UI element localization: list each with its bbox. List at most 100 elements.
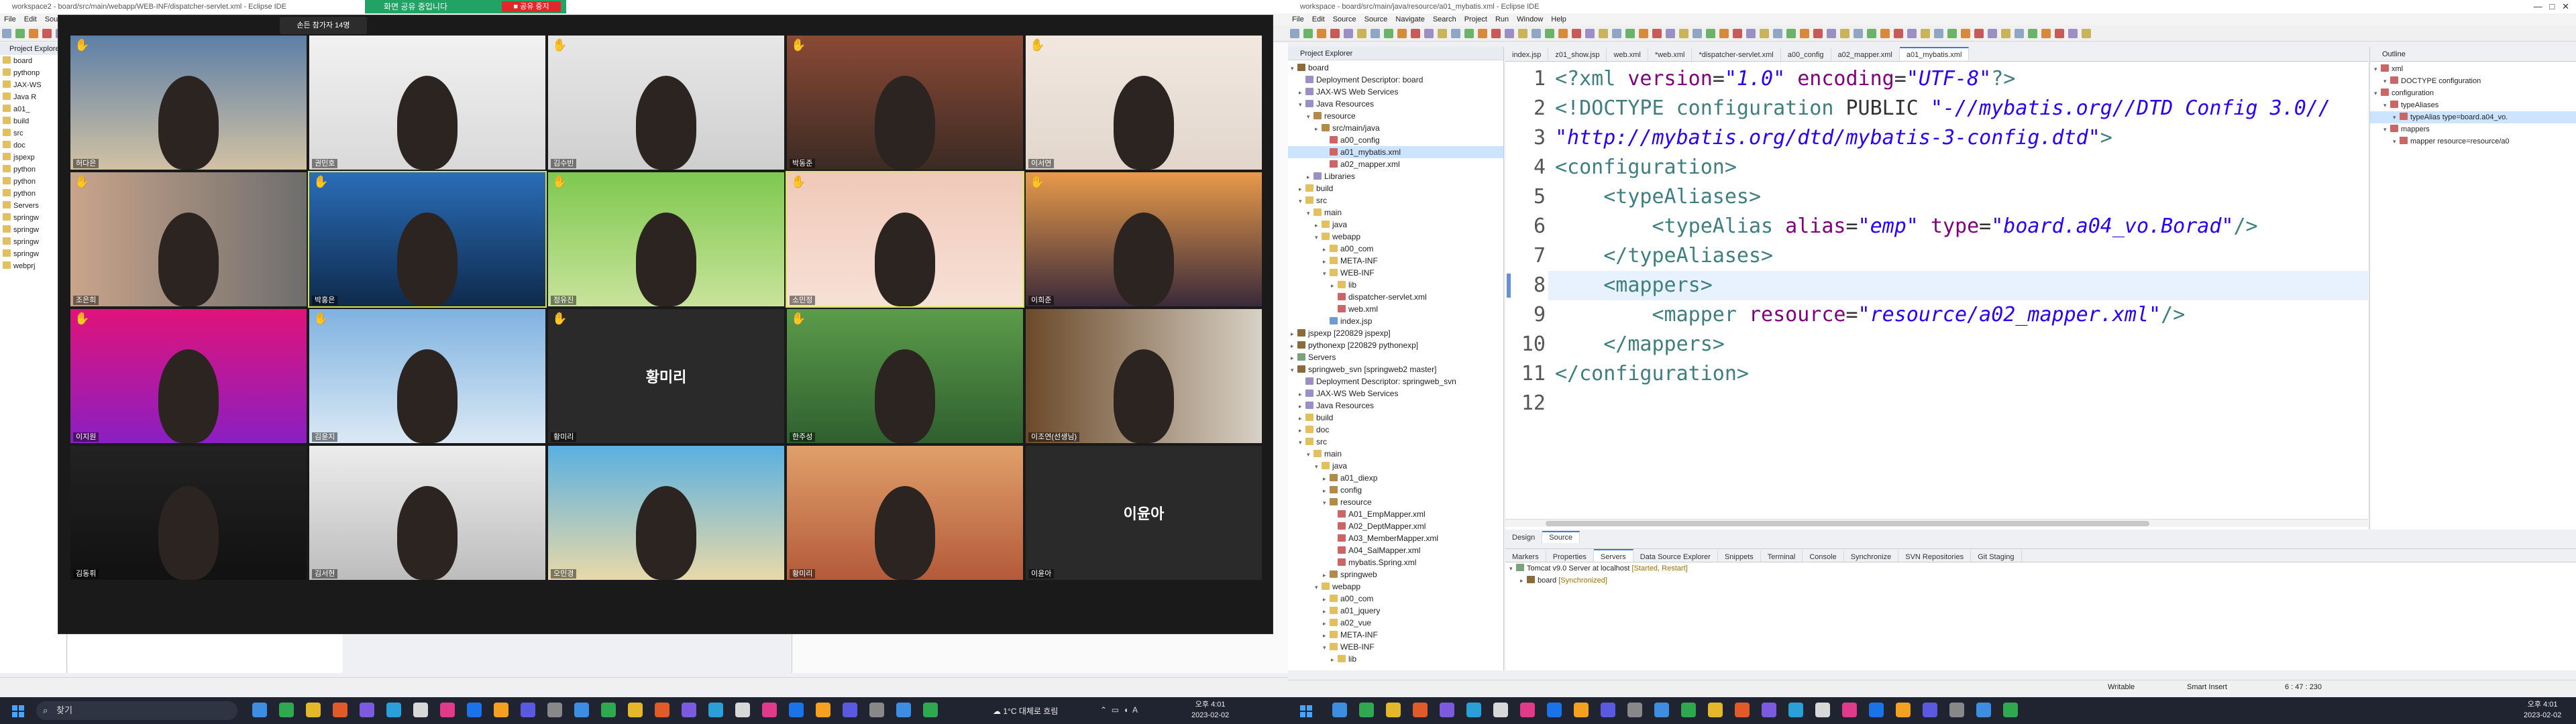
toolbar-button-icon[interactable]	[1733, 29, 1742, 38]
taskbar-app-icon[interactable]	[2003, 703, 2018, 717]
expand-icon[interactable]: ▸	[1291, 352, 1297, 363]
taskbar-app-icon[interactable]	[494, 703, 508, 717]
toolbar-button-icon[interactable]	[1921, 29, 1930, 38]
weather-widget[interactable]: ☁ 1°C 대체로 흐림	[993, 705, 1058, 717]
toolbar-button-icon[interactable]	[1545, 29, 1554, 38]
video-tile[interactable]: 권민호	[309, 36, 545, 170]
code-line[interactable]: <configuration>	[1555, 153, 2365, 182]
server-row[interactable]: ▾ Tomcat v9.0 Server at localhost [Starte…	[1505, 562, 2576, 575]
bottom-tab-console[interactable]: Console	[1803, 550, 1844, 562]
taskbar-app-icon[interactable]	[333, 703, 347, 717]
tree-item[interactable]: ▸ pythonexp [220829 pythonexp]	[1288, 339, 1503, 351]
expand-icon[interactable]: ▸	[1299, 412, 1305, 424]
tree-item[interactable]: ▸ springweb	[1288, 568, 1503, 581]
tree-item[interactable]: ▾ WEB-INF	[1288, 641, 1503, 653]
toolbar-button-icon[interactable]	[1451, 29, 1460, 38]
toolbar-button-icon[interactable]	[1666, 29, 1675, 38]
expand-icon[interactable]: ▾	[1323, 267, 1330, 279]
toolbar-button-icon[interactable]	[1679, 29, 1688, 38]
toolbar-button-icon[interactable]	[1411, 29, 1420, 38]
editor-tab[interactable]: index.jsp	[1505, 48, 1549, 61]
outline-item[interactable]: ▾ mapper resource=resource/a0	[2370, 135, 2576, 147]
expand-icon[interactable]: ▾	[2374, 87, 2381, 99]
code-line[interactable]: <!DOCTYPE configuration PUBLIC "-//mybat…	[1555, 94, 2365, 123]
toolbar-button-icon[interactable]	[1947, 29, 1957, 38]
expand-icon[interactable]: ▾	[1307, 448, 1313, 460]
expand-icon[interactable]: ▸	[1331, 654, 1338, 665]
tree-item[interactable]: ▾ src	[1288, 436, 1503, 448]
taskbar-app-icon[interactable]	[655, 703, 669, 717]
expand-icon[interactable]: ▸	[1307, 171, 1313, 182]
expand-icon[interactable]: ▸	[1315, 219, 1322, 231]
toolbar-button-icon[interactable]	[15, 29, 25, 38]
code-line[interactable]: </configuration>	[1555, 359, 2365, 389]
menu-file[interactable]: File	[4, 15, 16, 23]
menu-window[interactable]: Window	[1517, 15, 1543, 23]
tree-item[interactable]: springw	[0, 248, 66, 260]
bottom-tab-markers[interactable]: Markers	[1505, 550, 1546, 562]
tree-item[interactable]: mybatis.Spring.xml	[1288, 556, 1503, 568]
toolbar-button-icon[interactable]	[1572, 29, 1581, 38]
tree-item[interactable]: ▾ main	[1288, 206, 1503, 219]
tree-item[interactable]: ▾ src	[1288, 194, 1503, 206]
taskbar-app-icon[interactable]	[1601, 703, 1615, 717]
expand-icon[interactable]: ▸	[1331, 280, 1338, 291]
tree-item[interactable]: web.xml	[1288, 303, 1503, 315]
taskbar-app-icon[interactable]	[1332, 703, 1347, 717]
toolbar-button-icon[interactable]	[1424, 29, 1434, 38]
outline-item[interactable]: ▾ typeAliases	[2370, 99, 2576, 111]
toolbar-button-icon[interactable]	[1693, 29, 1702, 38]
taskbar-app-icon[interactable]	[735, 703, 750, 717]
taskbar-app-icon[interactable]	[1627, 703, 1642, 717]
toolbar-button-icon[interactable]	[1746, 29, 1756, 38]
expand-icon[interactable]: ▾	[1299, 99, 1305, 110]
editor-tab[interactable]: a00_config	[1781, 48, 1831, 61]
tree-item[interactable]: ▸ lib	[1288, 653, 1503, 665]
bottom-tab-snippets[interactable]: Snippets	[1718, 550, 1761, 562]
expand-icon[interactable]: ▾	[1315, 461, 1322, 472]
expand-icon[interactable]: ▸	[1315, 123, 1322, 134]
start-button[interactable]	[12, 705, 24, 717]
video-tile[interactable]: ✋ 조은희	[70, 172, 307, 306]
tray-chevron-icon[interactable]: ⌃	[1100, 705, 1107, 715]
code-line[interactable]: <typeAliases>	[1555, 182, 2365, 212]
toolbar-button-icon[interactable]	[1518, 29, 1527, 38]
tree-item[interactable]: pythonp	[0, 67, 66, 79]
tree-item[interactable]: python	[0, 164, 66, 176]
tree-item[interactable]: ▾ WEB-INF	[1288, 267, 1503, 279]
editor-tab[interactable]: *dispatcher-servlet.xml	[1692, 48, 1781, 61]
editor-tab[interactable]: *web.xml	[1648, 48, 1693, 61]
code-line[interactable]: <mapper resource="resource/a02_mapper.xm…	[1555, 300, 2365, 330]
taskbar-app-icon[interactable]	[1520, 703, 1535, 717]
taskbar-app-icon[interactable]	[1896, 703, 1911, 717]
expand-icon[interactable]: ▸	[1291, 328, 1297, 339]
expand-icon[interactable]: ▸	[1323, 593, 1330, 605]
tree-item[interactable]: ▾ Java Resources	[1288, 98, 1503, 110]
taskbar-app-icon[interactable]	[1493, 703, 1508, 717]
tree-item[interactable]: JAX-WS	[0, 79, 66, 91]
outline-item[interactable]: ▾ configuration	[2370, 87, 2576, 99]
toolbar-button-icon[interactable]	[29, 29, 38, 38]
toolbar-button-icon[interactable]	[1505, 29, 1514, 38]
taskbar-app-icon[interactable]	[1815, 703, 1830, 717]
bottom-tab-properties[interactable]: Properties	[1546, 550, 1594, 562]
tree-item[interactable]: a00_config	[1288, 134, 1503, 146]
stop-share-button[interactable]: ■ 공유 중지	[502, 1, 561, 12]
tree-item[interactable]: ▾ webapp	[1288, 581, 1503, 593]
taskbar-app-icon[interactable]	[1869, 703, 1884, 717]
network-icon[interactable]: ▭	[1112, 705, 1119, 715]
toolbar-button-icon[interactable]	[1478, 29, 1487, 38]
server-module-row[interactable]: ▸ board [Synchronized]	[1505, 575, 2576, 587]
right-clock[interactable]: 오후 4:01 2023-02-02	[2524, 699, 2561, 721]
tree-item[interactable]: ▸ doc	[1288, 424, 1503, 436]
tree-item[interactable]: ▾ java	[1288, 460, 1503, 472]
toolbar-button-icon[interactable]	[1397, 29, 1407, 38]
outline-item[interactable]: ▾ DOCTYPE configuration	[2370, 75, 2576, 87]
taskbar-app-icon[interactable]	[440, 703, 455, 717]
taskbar-app-icon[interactable]	[1923, 703, 1937, 717]
toolbar-button-icon[interactable]	[1491, 29, 1501, 38]
tree-item[interactable]: A01_EmpMapper.xml	[1288, 508, 1503, 520]
taskbar-app-icon[interactable]	[1466, 703, 1481, 717]
video-tile[interactable]: ✋ 김수빈	[548, 36, 784, 170]
tree-item[interactable]: ▸ config	[1288, 484, 1503, 496]
